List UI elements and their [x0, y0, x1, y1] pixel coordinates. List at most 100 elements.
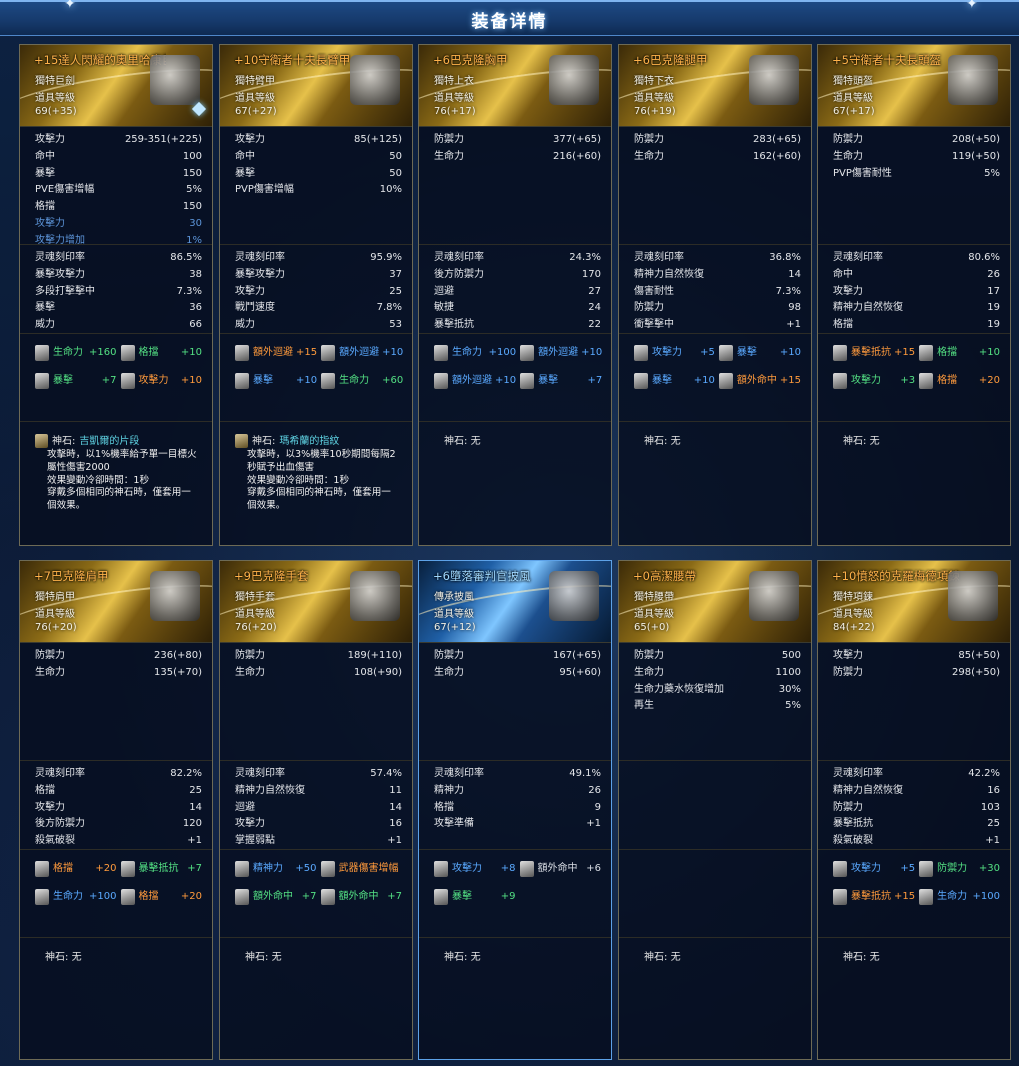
equipment-card[interactable]: +10守衛者十夫長臂甲 獨特臂甲 道具等級 67(+27) 攻擊力 85(+12… — [219, 44, 413, 546]
stat-value: +1 — [786, 319, 801, 331]
stat-label: 暴擊抵抗 — [434, 319, 474, 331]
equipment-card[interactable]: +9巴克隆手套 獨特手套 道具等級 76(+20) 防禦力 189(+110) … — [219, 560, 413, 1060]
stat-value: 36.8% — [769, 252, 801, 263]
stat-value: 27 — [588, 285, 601, 297]
stat-value: 85(+125) — [354, 134, 402, 145]
bonus-stats: 精神力 +50 武器傷害增幅 額外命中 +7 額外命中 +7 — [220, 850, 412, 938]
bonus-stats — [619, 850, 811, 938]
item-grade: 76(+19) — [634, 106, 676, 117]
stat-value: 19 — [987, 319, 1000, 331]
stat-label: 生命力 — [35, 666, 65, 678]
item-name: +10憤怒的克羅梅德項鍊 — [832, 569, 960, 583]
stat-label: 命中 — [235, 150, 255, 162]
bonus-item: 暴擊 +10 — [718, 344, 801, 362]
rune-icon — [520, 373, 535, 389]
stat-label: 攻擊力 — [235, 134, 265, 145]
stat-row: 防禦力 500 — [634, 648, 801, 665]
stat-value: 42.2% — [968, 768, 1000, 779]
stat-value: 283(+65) — [753, 134, 801, 145]
rune-icon — [833, 889, 847, 905]
stat-value: 80.6% — [968, 252, 1000, 263]
stat-label: 迴避 — [434, 285, 454, 297]
stat-value: 100 — [182, 150, 202, 162]
item-grade-label: 道具等級 — [35, 609, 75, 620]
item-name: +5守衛者十夫長頭盔 — [832, 53, 941, 67]
item-name: +6墮落審判官披風 — [433, 569, 531, 583]
bonus-label: 攻擊力 — [652, 347, 682, 358]
stat-label: 再生 — [634, 700, 654, 712]
stat-label: 殺氣破裂 — [35, 835, 75, 847]
stat-label: 生命力 — [833, 150, 863, 162]
bonus-value: +10 — [382, 347, 404, 358]
bonus-label: 額外命中 — [253, 891, 293, 902]
stat-value: 9 — [594, 801, 601, 813]
godstone-label: 神石: — [45, 952, 69, 963]
rune-icon — [235, 861, 249, 877]
soul-stat-row: 衝擊擊中 +1 — [634, 317, 801, 334]
rune-icon — [120, 889, 135, 905]
soul-stat-row: 灵魂刻印率 95.9% — [235, 250, 402, 267]
bonus-value: +15 — [779, 375, 801, 386]
soul-stat-row: 防禦力 103 — [833, 800, 1000, 817]
equipment-card[interactable]: +6巴克隆腿甲 獨特下衣 道具等級 76(+19) 防禦力 283(+65) 生… — [618, 44, 812, 546]
bonus-value: +9 — [500, 891, 516, 902]
equipment-card[interactable]: +6墮落審判官披風 傳承披風 道具等級 67(+12) 防禦力 167(+65)… — [418, 560, 612, 1060]
godstone-value: 无 — [271, 952, 282, 963]
stat-label: 灵魂刻印率 — [833, 768, 883, 779]
equipment-card[interactable]: +10憤怒的克羅梅德項鍊 獨特項鍊 道具等級 84(+22) 攻擊力 85(+5… — [817, 560, 1011, 1060]
stat-row: 命中 100 — [35, 149, 202, 166]
bonus-value: +15 — [894, 347, 916, 358]
soul-stats: 灵魂刻印率 49.1% 精神力 26 格擋 9 攻擊準備 +1 — [419, 761, 611, 850]
item-grade: 76(+17) — [434, 106, 476, 117]
bonus-item: 額外迴避 +10 — [520, 344, 602, 362]
soul-stat-row: 暴擊攻擊力 37 — [235, 267, 402, 284]
rune-icon — [919, 861, 934, 877]
soul-stat-row: 精神力自然恢復 11 — [235, 783, 402, 800]
stat-value: 7.3% — [775, 285, 801, 297]
rune-icon — [434, 889, 448, 905]
stat-value: 298(+50) — [952, 666, 1000, 678]
greatsword-icon — [150, 55, 200, 105]
item-grade: 67(+12) — [434, 622, 476, 633]
equipment-card[interactable]: +15達人閃耀的奧里哈康巨劍 獨特巨劍 道具等級 69(+35) 攻擊力 259… — [19, 44, 213, 546]
stat-value: 377(+65) — [553, 134, 601, 145]
stat-row: 攻擊力 259-351(+225) — [35, 132, 202, 149]
stat-row: PVP傷害增幅 10% — [235, 182, 402, 199]
soul-stats: 灵魂刻印率 36.8% 精神力自然恢復 14 傷害耐性 7.3% 防禦力 98 … — [619, 245, 811, 334]
gloves-icon — [350, 571, 400, 621]
bonus-value: +20 — [180, 891, 202, 902]
bonus-value: +7 — [387, 891, 402, 902]
rune-icon — [120, 345, 135, 361]
bonus-value: +3 — [900, 375, 916, 386]
stat-value: 26 — [987, 268, 1000, 280]
godstone-name: 吉凱爾的片段 — [79, 436, 140, 447]
bonus-label: 額外迴避 — [452, 375, 492, 386]
bonus-label: 額外迴避 — [538, 347, 579, 358]
stat-label: 攻擊準備 — [434, 818, 474, 830]
bonus-value: +10 — [495, 375, 517, 386]
stat-label: 暴擊攻擊力 — [235, 268, 285, 280]
stat-row: 防禦力 377(+65) — [434, 132, 601, 149]
bonus-item: 生命力 +60 — [321, 372, 403, 390]
soul-stats: 灵魂刻印率 82.2% 格擋 25 攻擊力 14 後方防禦力 120 殺氣破裂 … — [20, 761, 212, 850]
equipment-card[interactable]: +5守衛者十夫長頭盔 獨特頭盔 道具等級 67(+17) 防禦力 208(+50… — [817, 44, 1011, 546]
rune-icon — [321, 373, 336, 389]
bonus-value: +10 — [581, 347, 603, 358]
rune-icon — [35, 345, 49, 361]
godstone-value: 无 — [71, 952, 82, 963]
stat-label: 防禦力 — [833, 666, 863, 678]
equipment-card[interactable]: +6巴克隆胸甲 獨特上衣 道具等級 76(+17) 防禦力 377(+65) 生… — [418, 44, 612, 546]
stat-value: 150 — [182, 201, 202, 213]
soul-stat-row: 防禦力 98 — [634, 300, 801, 317]
stat-value: 167(+65) — [553, 650, 601, 661]
bonus-label: 暴擊 — [53, 375, 73, 386]
bonus-item: 暴擊抵抗 +7 — [120, 860, 202, 878]
stat-value: 500 — [781, 650, 801, 661]
bonus-value: +15 — [894, 891, 916, 902]
equipment-card[interactable]: +0高潔腰帶 獨特腰帶 道具等級 65(+0) 防禦力 500 生命力 1100… — [618, 560, 812, 1060]
equipment-card[interactable]: +7巴克隆肩甲 獨特肩甲 道具等級 76(+20) 防禦力 236(+80) 生… — [19, 560, 213, 1060]
godstone-label: 神石: — [843, 436, 867, 447]
rune-icon — [434, 373, 448, 389]
bonus-item: 額外迴避 +10 — [434, 372, 516, 390]
godstone-value: 无 — [869, 952, 880, 963]
